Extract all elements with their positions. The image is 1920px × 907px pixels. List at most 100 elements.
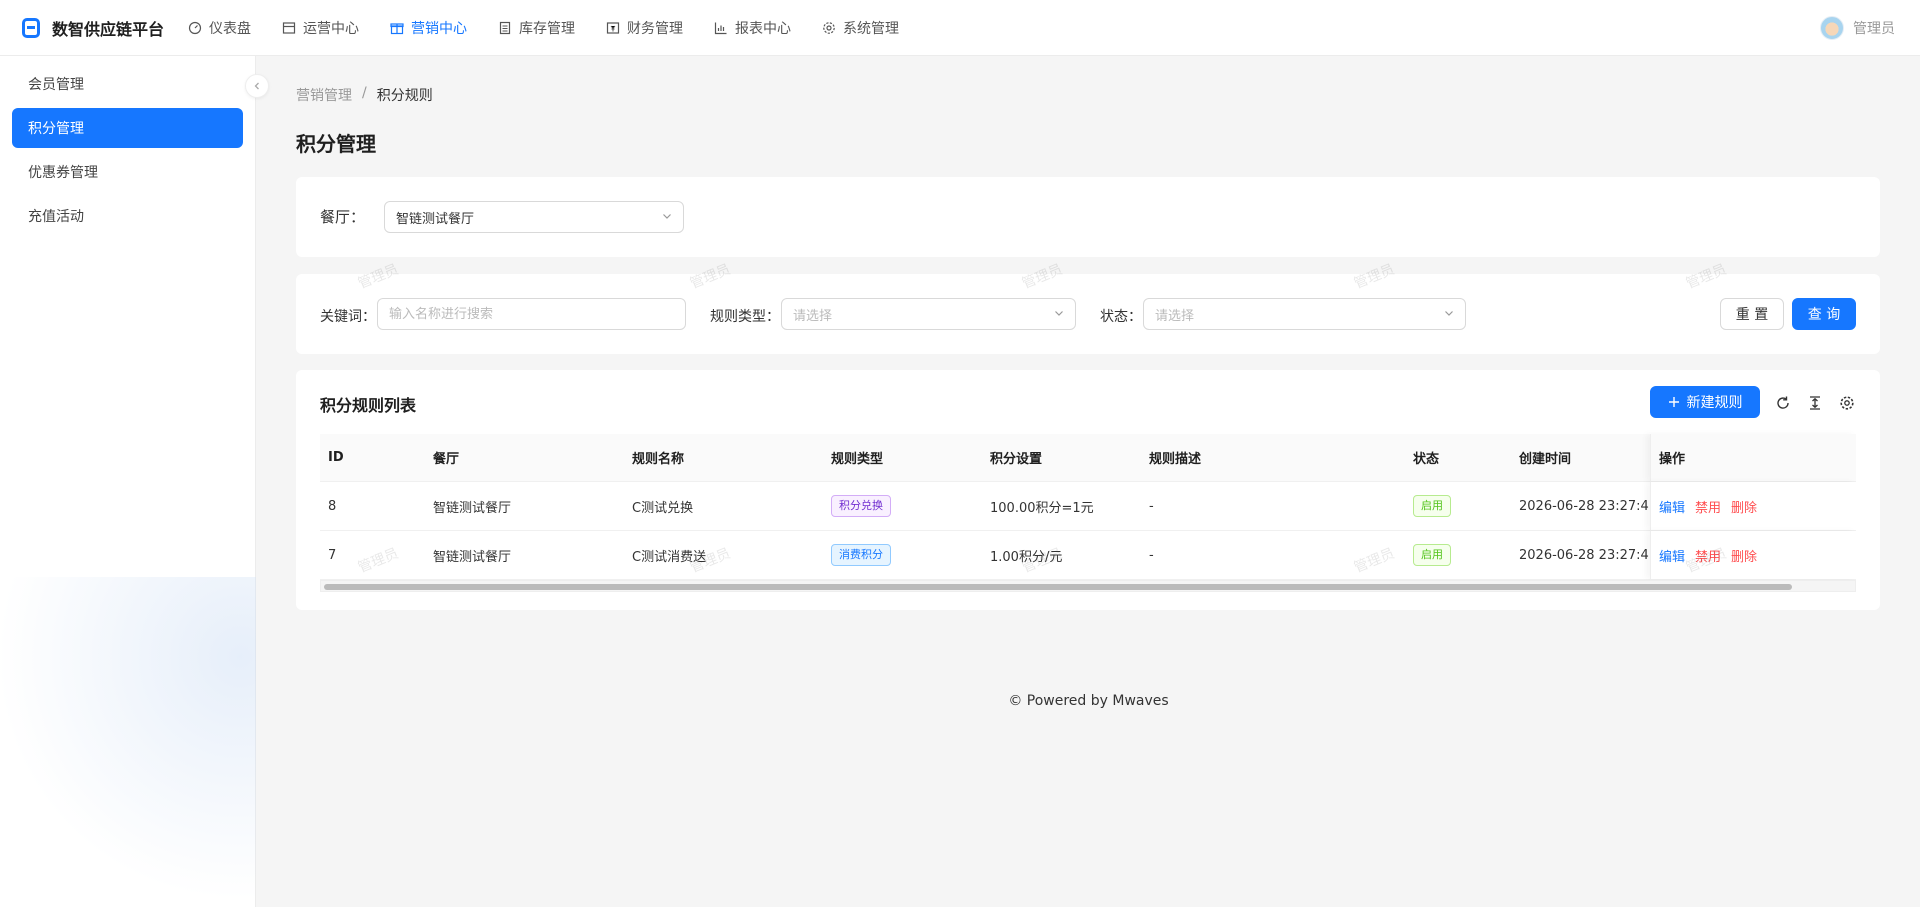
rule-type-select[interactable]: 请选择 [781, 298, 1076, 330]
cell-rule-type: 积分兑换 [823, 482, 982, 530]
user-menu[interactable]: 管理员 [1820, 0, 1895, 56]
cell-rule-name: C测试消费送 [632, 549, 707, 565]
restaurant-select-value: 智链测试餐厅 [396, 211, 475, 227]
app-title: 数智供应链平台 [52, 19, 165, 39]
column-header: 餐厅 [433, 452, 460, 467]
restaurant-select[interactable]: 智链测试餐厅 [384, 201, 684, 233]
gear-icon [1840, 396, 1854, 410]
cell-rule-name: C测试兑换 [632, 500, 694, 516]
main-content: 营销管理 / 积分规则 积分管理 餐厅： 智链测试餐厅 关键词： 规则类型： 请… [257, 56, 1920, 907]
query-button[interactable]: 查 询 [1792, 298, 1856, 330]
store-icon [282, 21, 296, 34]
nav-item-marketing[interactable]: 营销中心 [390, 0, 467, 56]
scrollbar-thumb[interactable] [324, 584, 1792, 590]
table-header: ID 餐厅 规则名称 规则类型 积分设置 规则描述 状态 创建时间 操作 [320, 434, 1856, 482]
reset-button[interactable]: 重 置 [1720, 298, 1784, 330]
inventory-icon [499, 21, 511, 34]
rule-type-tag: 消费积分 [831, 544, 891, 566]
plus-icon [1668, 397, 1679, 407]
breadcrumb-parent[interactable]: 营销管理 [296, 85, 352, 105]
edit-link[interactable]: 编辑 [1659, 497, 1685, 516]
nav-item-finance[interactable]: 财务管理 [606, 0, 683, 56]
rules-table: ID 餐厅 规则名称 规则类型 积分设置 规则描述 状态 创建时间 操作 8 智… [320, 434, 1856, 592]
sidebar-item-members[interactable]: 会员管理 [12, 64, 243, 104]
delete-link[interactable]: 删除 [1731, 546, 1757, 565]
delete-link[interactable]: 删除 [1731, 497, 1757, 516]
keyword-input[interactable] [377, 298, 686, 330]
gift-icon [390, 22, 404, 34]
edit-link[interactable]: 编辑 [1659, 546, 1685, 565]
chevron-down-icon [663, 214, 671, 219]
top-header: 数智供应链平台 仪表盘 运营中心 营销中心 库存管理 财务管理 报表中心 系统管… [0, 0, 1920, 56]
chevron-down-icon [1055, 311, 1063, 316]
cell-desc: - [1149, 547, 1154, 563]
sidebar-item-recharge[interactable]: 充值活动 [12, 196, 243, 236]
app-logo[interactable]: 数智供应链平台 [0, 16, 182, 40]
new-rule-label: 新建规则 [1686, 395, 1743, 411]
rule-type-tag: 积分兑换 [831, 495, 891, 517]
top-nav: 仪表盘 运营中心 营销中心 库存管理 财务管理 报表中心 系统管理 [188, 0, 930, 56]
column-header: 积分设置 [990, 452, 1043, 467]
sidebar-decoration [0, 577, 256, 907]
rule-type-placeholder: 请选择 [793, 308, 833, 324]
chevron-down-icon [1445, 311, 1453, 316]
finance-icon [606, 21, 620, 34]
nav-item-reports[interactable]: 报表中心 [714, 0, 791, 56]
nav-item-system[interactable]: 系统管理 [822, 0, 899, 56]
nav-item-inventory[interactable]: 库存管理 [498, 0, 575, 56]
footer: © Powered by Mwaves [257, 693, 1920, 709]
column-header: 状态 [1413, 452, 1440, 467]
column-header: 规则描述 [1149, 452, 1202, 467]
disable-link[interactable]: 禁用 [1695, 546, 1721, 565]
sidebar-item-coupons[interactable]: 优惠券管理 [12, 152, 243, 192]
new-rule-button[interactable]: 新建规则 [1650, 386, 1760, 418]
restaurant-label: 餐厅： [320, 208, 366, 226]
breadcrumb-current: 积分规则 [376, 88, 433, 104]
nav-label: 运营中心 [303, 20, 359, 37]
status-placeholder: 请选择 [1155, 308, 1195, 324]
keyword-label: 关键词： [320, 309, 376, 325]
horizontal-scrollbar[interactable] [320, 580, 1856, 592]
column-header: 操作 [1650, 434, 1856, 481]
cell-id: 7 [328, 547, 337, 563]
refresh-button[interactable] [1774, 394, 1792, 412]
list-title: 积分规则列表 [320, 396, 417, 415]
rule-type-label: 规则类型： [710, 309, 780, 325]
nav-label: 财务管理 [627, 20, 683, 37]
status-badge: 启用 [1413, 544, 1451, 566]
sidebar: 会员管理 积分管理 优惠券管理 充值活动 [0, 56, 269, 907]
refresh-icon [1777, 396, 1789, 409]
nav-label: 仪表盘 [209, 20, 251, 37]
cell-actions: 编辑 禁用 删除 [1650, 531, 1856, 579]
nav-label: 系统管理 [843, 20, 899, 37]
disable-link[interactable]: 禁用 [1695, 497, 1721, 516]
nav-label: 营销中心 [411, 20, 467, 37]
avatar [1820, 16, 1844, 40]
chart-icon [714, 22, 727, 34]
logo-icon [22, 17, 40, 38]
cell-points: 1.00积分/元 [990, 549, 1063, 565]
nav-label: 报表中心 [735, 20, 791, 37]
cell-restaurant: 智链测试餐厅 [433, 549, 512, 565]
density-button[interactable] [1806, 394, 1824, 412]
settings-button[interactable] [1838, 394, 1856, 412]
nav-label: 库存管理 [519, 20, 575, 37]
breadcrumb: 营销管理 / 积分规则 [296, 85, 433, 105]
status-label: 状态： [1100, 309, 1142, 325]
breadcrumb-separator: / [362, 85, 367, 101]
cell-id: 8 [328, 498, 337, 514]
nav-item-operations[interactable]: 运营中心 [282, 0, 359, 56]
page-title: 积分管理 [296, 132, 376, 156]
status-select[interactable]: 请选择 [1143, 298, 1466, 330]
nav-item-dashboard[interactable]: 仪表盘 [188, 0, 251, 56]
gear-icon [823, 21, 835, 34]
search-card: 关键词： 规则类型： 请选择 状态： 请选择 重 置 查 询 [296, 274, 1880, 354]
status-badge: 启用 [1413, 495, 1451, 517]
cell-actions: 编辑 禁用 删除 [1650, 482, 1856, 530]
footer-text: Powered by Mwaves [1026, 693, 1169, 709]
table-row: 8 智链测试餐厅 C测试兑换 积分兑换 100.00积分=1元 - 启用 202… [320, 482, 1856, 531]
sidebar-item-points[interactable]: 积分管理 [12, 108, 243, 148]
table-row: 7 智链测试餐厅 C测试消费送 消费积分 1.00积分/元 - 启用 2026-… [320, 531, 1856, 580]
cell-desc: - [1149, 498, 1154, 514]
cell-status: 启用 [1405, 482, 1511, 530]
